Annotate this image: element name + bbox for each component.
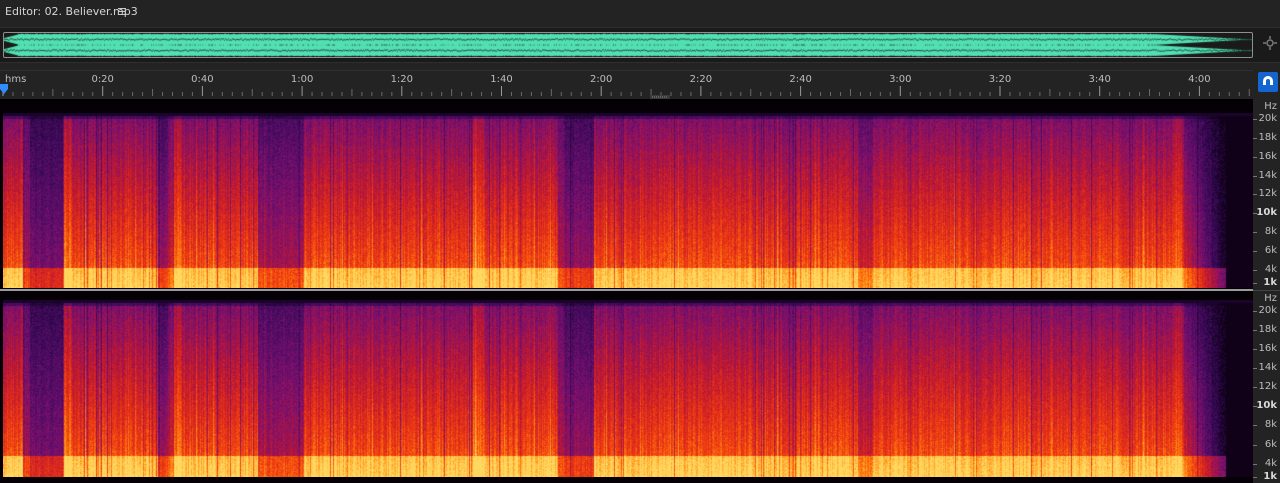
frequency-tick-label: 8k bbox=[1264, 419, 1277, 431]
time-tick-label: 3:40 bbox=[1088, 74, 1111, 85]
frequency-tick-label: 18k bbox=[1258, 131, 1277, 143]
time-tick-label: 2:20 bbox=[689, 74, 713, 85]
frequency-tick bbox=[1253, 156, 1257, 158]
frequency-tick-label: 10k bbox=[1256, 207, 1277, 219]
frequency-tick bbox=[1253, 330, 1257, 332]
hamburger-menu-icon[interactable] bbox=[115, 3, 129, 19]
frequency-tick bbox=[1253, 232, 1257, 234]
frequency-tick bbox=[1253, 137, 1257, 139]
time-tick-label: 3:00 bbox=[889, 74, 912, 85]
frequency-tick-label: 20k bbox=[1258, 113, 1277, 124]
spectrogram-right-channel[interactable] bbox=[3, 300, 1253, 477]
frequency-tick-label: 20k bbox=[1258, 305, 1277, 316]
frequency-tick-label: 4k bbox=[1264, 457, 1277, 469]
frequency-tick bbox=[1253, 477, 1257, 478]
frequency-tick-label: 12k bbox=[1258, 188, 1277, 200]
frequency-tick-label: 14k bbox=[1258, 362, 1277, 374]
magnet-icon bbox=[1263, 76, 1273, 87]
overview-visible-range[interactable] bbox=[3, 32, 1253, 58]
frequency-tick-label: 1k bbox=[1263, 277, 1277, 288]
frequency-tick bbox=[1253, 368, 1257, 370]
frequency-tick bbox=[1253, 349, 1257, 351]
frequency-tick-label: 10k bbox=[1256, 400, 1277, 412]
frequency-unit-label: Hz bbox=[1264, 101, 1277, 112]
snap-toggle-button[interactable] bbox=[1258, 72, 1278, 92]
time-tick-label: 0:20 bbox=[91, 74, 114, 85]
frequency-tick bbox=[1253, 444, 1257, 446]
frequency-tick bbox=[1253, 463, 1257, 465]
channel-divider bbox=[0, 289, 1253, 291]
frequency-unit-label: Hz bbox=[1264, 293, 1277, 304]
time-tick-label: 1:00 bbox=[290, 74, 314, 85]
time-tick-label: 1:40 bbox=[490, 74, 513, 85]
time-tick-label: 2:00 bbox=[589, 74, 613, 85]
frequency-tick bbox=[1253, 175, 1257, 177]
time-tick-label: 4:00 bbox=[1188, 74, 1211, 85]
time-tick-label: 3:20 bbox=[988, 74, 1012, 85]
frequency-tick bbox=[1253, 311, 1257, 312]
frequency-tick bbox=[1253, 283, 1257, 284]
frequency-tick bbox=[1253, 250, 1257, 252]
time-tick-label: 2:40 bbox=[789, 74, 812, 85]
editor-title-bar bbox=[0, 0, 1280, 24]
frequency-tick bbox=[1253, 269, 1257, 271]
frequency-tick-label: 6k bbox=[1264, 244, 1277, 256]
frequency-tick-label: 1k bbox=[1263, 471, 1277, 482]
frequency-axis-right-channel[interactable]: Hz 20k 18k 16k 14k 12k 10k 8k 6k 4k 1k bbox=[1253, 290, 1280, 483]
frequency-tick-label: 18k bbox=[1258, 324, 1277, 336]
playhead-marker[interactable] bbox=[0, 84, 8, 94]
frequency-tick bbox=[1253, 119, 1257, 120]
frequency-tick bbox=[1253, 387, 1257, 389]
frequency-tick-label: 12k bbox=[1258, 381, 1277, 393]
timeline-ruler-ticks bbox=[2, 86, 1250, 96]
zoom-navigator-icon[interactable] bbox=[1262, 35, 1278, 51]
frequency-tick bbox=[1253, 425, 1257, 427]
frequency-tick-label: 8k bbox=[1264, 226, 1277, 238]
time-tick-label: 1:20 bbox=[390, 74, 414, 85]
frequency-axis-left-channel[interactable]: Hz 20k 18k 16k 14k 12k 10k 8k 6k 4k 1k bbox=[1253, 99, 1280, 290]
frequency-tick-label: 6k bbox=[1264, 438, 1277, 450]
frequency-tick-label: 16k bbox=[1258, 150, 1277, 162]
frequency-tick-label: 16k bbox=[1258, 343, 1277, 355]
spectrogram-left-channel[interactable] bbox=[3, 113, 1253, 288]
time-format-label[interactable]: hms bbox=[5, 74, 26, 85]
frequency-tick-label: 4k bbox=[1264, 263, 1277, 275]
frequency-tick-label: 14k bbox=[1258, 169, 1277, 181]
frequency-tick bbox=[1253, 194, 1257, 196]
time-tick-label: 0:40 bbox=[191, 74, 214, 85]
